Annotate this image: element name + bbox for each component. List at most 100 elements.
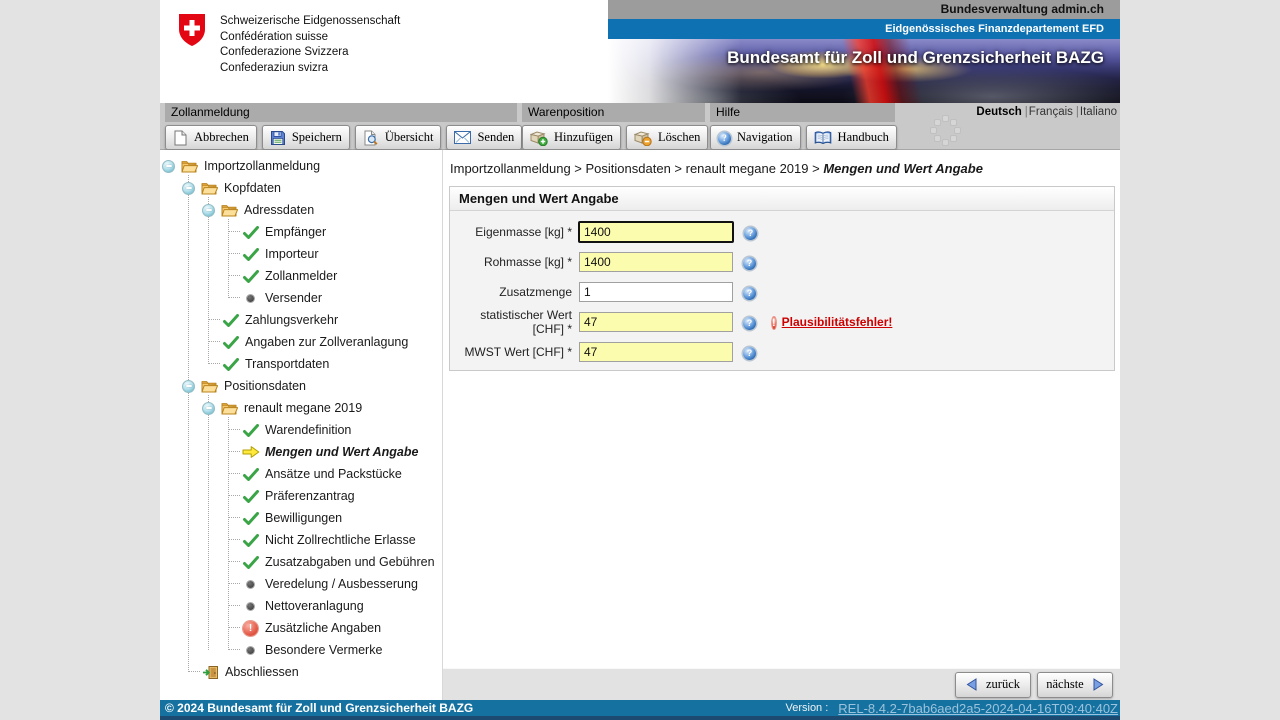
logo-line: Confédération suisse	[220, 30, 329, 43]
help-icon[interactable]: ?	[743, 343, 756, 361]
tree-connector-stub	[208, 319, 220, 321]
statistischer-wert-chf-input[interactable]	[579, 312, 733, 332]
tree-item-label: Bewilligungen	[265, 511, 343, 525]
mwst-wert-chf-input[interactable]	[579, 342, 733, 362]
tree-item-importeur[interactable]: Importeur	[160, 243, 441, 265]
language-separator: |	[1075, 106, 1079, 118]
tree-item-label: Nicht Zollrechtliche Erlasse	[265, 533, 416, 547]
help-icon[interactable]: ?	[743, 313, 756, 331]
tree-connector-stub	[208, 363, 220, 365]
collapse-icon[interactable]	[182, 379, 195, 393]
check-icon	[242, 269, 259, 283]
tree-item-besondere-vermerke[interactable]: Besondere Vermerke	[160, 639, 441, 661]
magnifier-page-icon	[363, 130, 379, 146]
department-bar: Eidgenössisches Finanzdepartement EFD	[608, 19, 1120, 39]
tree-item-importzollanmeldung[interactable]: Importzollanmeldung	[160, 155, 441, 177]
button-label: Hinzufügen	[554, 130, 614, 144]
tree-item-label: Angaben zur Zollveranlagung	[245, 335, 409, 349]
document-icon	[173, 130, 188, 146]
check-icon	[242, 533, 259, 547]
zusatzmenge-input[interactable]	[579, 282, 733, 302]
abbrechen-button[interactable]: Abbrechen	[165, 125, 257, 150]
copyright-text: © 2024 Bundesamt für Zoll und Grenzsiche…	[165, 701, 474, 715]
collapse-icon[interactable]	[202, 203, 215, 217]
logo-line: Confederaziun svizra	[220, 61, 329, 74]
tree-item-veredelung-ausbesserung[interactable]: Veredelung / Ausbesserung	[160, 573, 441, 595]
tree-item-praferenzantrag[interactable]: Präferenzantrag	[160, 485, 441, 507]
button-label: Übersicht	[384, 130, 434, 144]
tree-item-versender[interactable]: Versender	[160, 287, 441, 309]
loschen-button[interactable]: Löschen	[626, 125, 709, 150]
senden-button[interactable]: Senden	[446, 125, 523, 150]
tree-item-zahlungsverkehr[interactable]: Zahlungsverkehr	[160, 309, 441, 331]
tree-item-label: Zahlungsverkehr	[245, 313, 339, 327]
tree-item-mengen-und-wert-angabe[interactable]: Mengen und Wert Angabe	[160, 441, 441, 463]
tree-connector-stub	[228, 649, 240, 651]
toolbar-buttons: Abbrechen Speichern Übersicht Senden	[165, 125, 523, 150]
tree-item-label: Positionsdaten	[224, 379, 307, 393]
form-row: Zusatzmenge?	[450, 277, 1114, 307]
tree-item-zollanmelder[interactable]: Zollanmelder	[160, 265, 441, 287]
language-option-deutsch[interactable]: Deutsch	[976, 106, 1021, 118]
folder-icon	[181, 160, 198, 173]
breadcrumb-separator: >	[570, 161, 586, 176]
tree-item-positionsdaten[interactable]: Positionsdaten	[160, 375, 441, 397]
help-icon[interactable]: ?	[743, 283, 756, 301]
button-label: Abbrechen	[194, 130, 249, 144]
button-label: Navigation	[737, 130, 793, 144]
tree-item-zusatzabgaben-und-gebuhren[interactable]: Zusatzabgaben und Gebühren	[160, 551, 441, 573]
envelope-icon	[454, 131, 472, 144]
tree-item-label: Warendefinition	[265, 423, 352, 437]
tree-item-zusatzliche-angaben[interactable]: ! Zusätzliche Angaben	[160, 617, 441, 639]
hinzufugen-button[interactable]: Hinzufügen	[522, 125, 622, 150]
tree-item-abschliessen[interactable]: Abschliessen	[160, 661, 441, 683]
language-option-italiano[interactable]: Italiano	[1080, 106, 1117, 118]
version-link[interactable]: REL-8.4.2-7bab6aed2a5-2024-04-16T09:40:4…	[838, 701, 1118, 716]
wizard-nav-bar: zurück nächste	[443, 668, 1120, 700]
collapse-icon[interactable]	[202, 401, 215, 415]
plausibility-error-link[interactable]: Plausibilitätsfehler!	[782, 315, 893, 329]
ubersicht-button[interactable]: Übersicht	[354, 125, 442, 150]
navigation-button[interactable]: ? Navigation	[710, 125, 801, 150]
tree-item-adressdaten[interactable]: Adressdaten	[160, 199, 441, 221]
tree-item-nicht-zollrechtliche-erlasse[interactable]: Nicht Zollrechtliche Erlasse	[160, 529, 441, 551]
tree-item-kopfdaten[interactable]: Kopfdaten	[160, 177, 441, 199]
swiss-shield-icon	[178, 13, 206, 76]
help-icon[interactable]: ?	[744, 223, 757, 241]
help-ball-icon: ?	[718, 130, 731, 145]
tree-connector-stub	[228, 275, 240, 277]
office-title: Bundesamt für Zoll und Grenzsicherheit B…	[727, 48, 1104, 67]
tree-item-nettoveranlagung[interactable]: Nettoveranlagung	[160, 595, 441, 617]
folder-icon	[221, 204, 238, 217]
collapse-icon[interactable]	[182, 181, 195, 195]
tree-connector-stub	[228, 517, 240, 519]
application-window: Schweizerische Eidgenossenschaft Confédé…	[160, 0, 1120, 720]
tree-item-ansatze-und-packstucke[interactable]: Ansätze und Packstücke	[160, 463, 441, 485]
back-button[interactable]: zurück	[955, 671, 1031, 698]
tree-item-label: Präferenzantrag	[265, 489, 355, 503]
help-icon[interactable]: ?	[743, 253, 756, 271]
eigenmasse-kg-input[interactable]	[578, 221, 734, 243]
speichern-button[interactable]: Speichern	[261, 125, 350, 150]
bullet-icon	[242, 646, 259, 654]
folder-icon	[221, 402, 238, 415]
check-icon	[222, 335, 239, 349]
tree-item-warendefinition[interactable]: Warendefinition	[160, 419, 441, 441]
language-option-francais[interactable]: Français	[1029, 106, 1073, 118]
tree-item-label: Ansätze und Packstücke	[265, 467, 402, 481]
tree-item-empfanger[interactable]: Empfänger	[160, 221, 441, 243]
next-button[interactable]: nächste	[1037, 671, 1113, 698]
collapse-icon[interactable]	[162, 159, 175, 173]
check-icon	[242, 467, 259, 481]
tree-item-angaben-zur-zollveranlagung[interactable]: Angaben zur Zollveranlagung	[160, 331, 441, 353]
folder-icon	[201, 380, 218, 393]
tree-item-bewilligungen[interactable]: Bewilligungen	[160, 507, 441, 529]
button-label: Handbuch	[837, 130, 889, 144]
check-icon	[242, 247, 259, 261]
tree-item-renault-megane-2019[interactable]: renault megane 2019	[160, 397, 441, 419]
tree-item-label: renault megane 2019	[244, 401, 363, 415]
error-icon: !	[242, 620, 259, 636]
handbuch-button[interactable]: Handbuch	[805, 125, 897, 150]
tree-item-transportdaten[interactable]: Transportdaten	[160, 353, 441, 375]
rohmasse-kg-input[interactable]	[579, 252, 733, 272]
